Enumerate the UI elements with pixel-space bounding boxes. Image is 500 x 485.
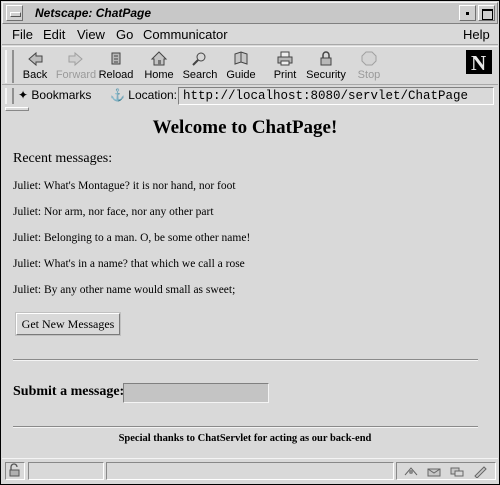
bookmarks-label: Bookmarks xyxy=(31,88,92,102)
guide-button[interactable]: Guide xyxy=(218,49,264,83)
home-button[interactable]: Home xyxy=(136,49,182,83)
netscape-logo[interactable]: N xyxy=(466,50,492,75)
browser-window: Netscape: ChatPage File Edit View Go Com… xyxy=(0,0,500,485)
stop-label: Stop xyxy=(357,69,381,81)
message-item: Juliet: What's in a name? that which we … xyxy=(13,258,245,270)
location-label: Location: xyxy=(128,88,177,102)
bookmarks-icon: ✦ xyxy=(18,88,29,102)
mail-icon[interactable] xyxy=(426,465,442,478)
window-menu-button[interactable] xyxy=(6,5,23,21)
message-input[interactable] xyxy=(123,383,269,403)
security-button[interactable]: Security xyxy=(303,49,349,83)
back-label: Back xyxy=(22,69,48,81)
print-label: Print xyxy=(273,69,297,81)
page-title: Welcome to ChatPage! xyxy=(152,117,338,138)
location-icon: ⚓ xyxy=(110,88,125,102)
composer-icon[interactable] xyxy=(472,465,488,478)
guide-icon xyxy=(234,51,248,65)
url-input[interactable]: http://localhost:8080/servlet/ChatPage xyxy=(178,87,494,105)
message-item: Juliet: Nor arm, nor face, nor any other… xyxy=(13,206,214,218)
forward-arrow-icon xyxy=(68,51,83,67)
menu-communicator[interactable]: Communicator xyxy=(143,27,228,42)
navigator-icon[interactable] xyxy=(403,465,419,478)
message-item: Juliet: What's Montague? it is nor hand,… xyxy=(13,180,236,192)
menu-help[interactable]: Help xyxy=(463,27,490,42)
reload-icon xyxy=(111,52,121,65)
message-item: Juliet: Belonging to a man. O, be some o… xyxy=(13,232,251,244)
url-text: http://localhost:8080/servlet/ChatPage xyxy=(183,89,469,103)
location-label-group: ⚓ Location: xyxy=(110,88,177,102)
message-item: Juliet: By any other name would small as… xyxy=(13,284,236,296)
security-status[interactable] xyxy=(5,462,25,480)
guide-label: Guide xyxy=(226,69,256,81)
divider xyxy=(13,426,478,428)
progress-field xyxy=(28,462,104,480)
netscape-logo-letter: N xyxy=(471,51,487,75)
navigation-toolbar: Back Forward Reload Home Search Guide Pr… xyxy=(2,46,498,85)
back-arrow-icon xyxy=(28,51,43,67)
thanks-note: Special thanks to ChatServlet for acting… xyxy=(118,433,372,444)
title-bar: Netscape: ChatPage xyxy=(2,2,498,24)
status-bar xyxy=(2,458,498,484)
page-content: Welcome to ChatPage! Recent messages: Ju… xyxy=(2,111,498,457)
stop-button[interactable]: Stop xyxy=(346,49,392,83)
discussion-icon[interactable] xyxy=(449,465,465,478)
minimize-button[interactable] xyxy=(459,5,476,21)
divider xyxy=(13,359,478,361)
stop-icon xyxy=(361,51,377,66)
unlocked-icon xyxy=(9,463,20,477)
menu-file[interactable]: File xyxy=(12,27,33,42)
submit-message-label: Submit a message: xyxy=(13,384,125,399)
home-label: Home xyxy=(144,69,174,81)
location-toolbar: ✦ Bookmarks ⚓ Location: http://localhost… xyxy=(2,86,498,106)
reload-label: Reload xyxy=(98,69,134,81)
search-button[interactable]: Search xyxy=(177,49,223,83)
forward-label: Forward xyxy=(55,69,97,81)
back-button[interactable]: Back xyxy=(12,49,58,83)
menu-go[interactable]: Go xyxy=(116,27,133,42)
home-icon xyxy=(150,51,168,66)
print-icon xyxy=(277,51,293,66)
maximize-button[interactable] xyxy=(478,5,495,21)
menu-view[interactable]: View xyxy=(77,27,105,42)
search-label: Search xyxy=(182,69,218,81)
bookmarks-button[interactable]: ✦ Bookmarks xyxy=(18,88,91,102)
location-grip[interactable] xyxy=(5,88,14,104)
get-new-messages-button[interactable]: Get New Messages xyxy=(16,313,120,335)
status-message xyxy=(106,462,394,480)
print-button[interactable]: Print xyxy=(262,49,308,83)
security-label: Security xyxy=(306,69,346,81)
window-title: Netscape: ChatPage xyxy=(35,6,152,20)
lock-icon xyxy=(320,51,332,66)
menu-bar: File Edit View Go Communicator Help xyxy=(2,25,498,45)
component-bar xyxy=(396,462,496,480)
search-icon xyxy=(192,52,206,66)
menu-edit[interactable]: Edit xyxy=(43,27,65,42)
reload-button[interactable]: Reload xyxy=(93,49,139,83)
recent-messages-heading: Recent messages: xyxy=(13,151,113,166)
